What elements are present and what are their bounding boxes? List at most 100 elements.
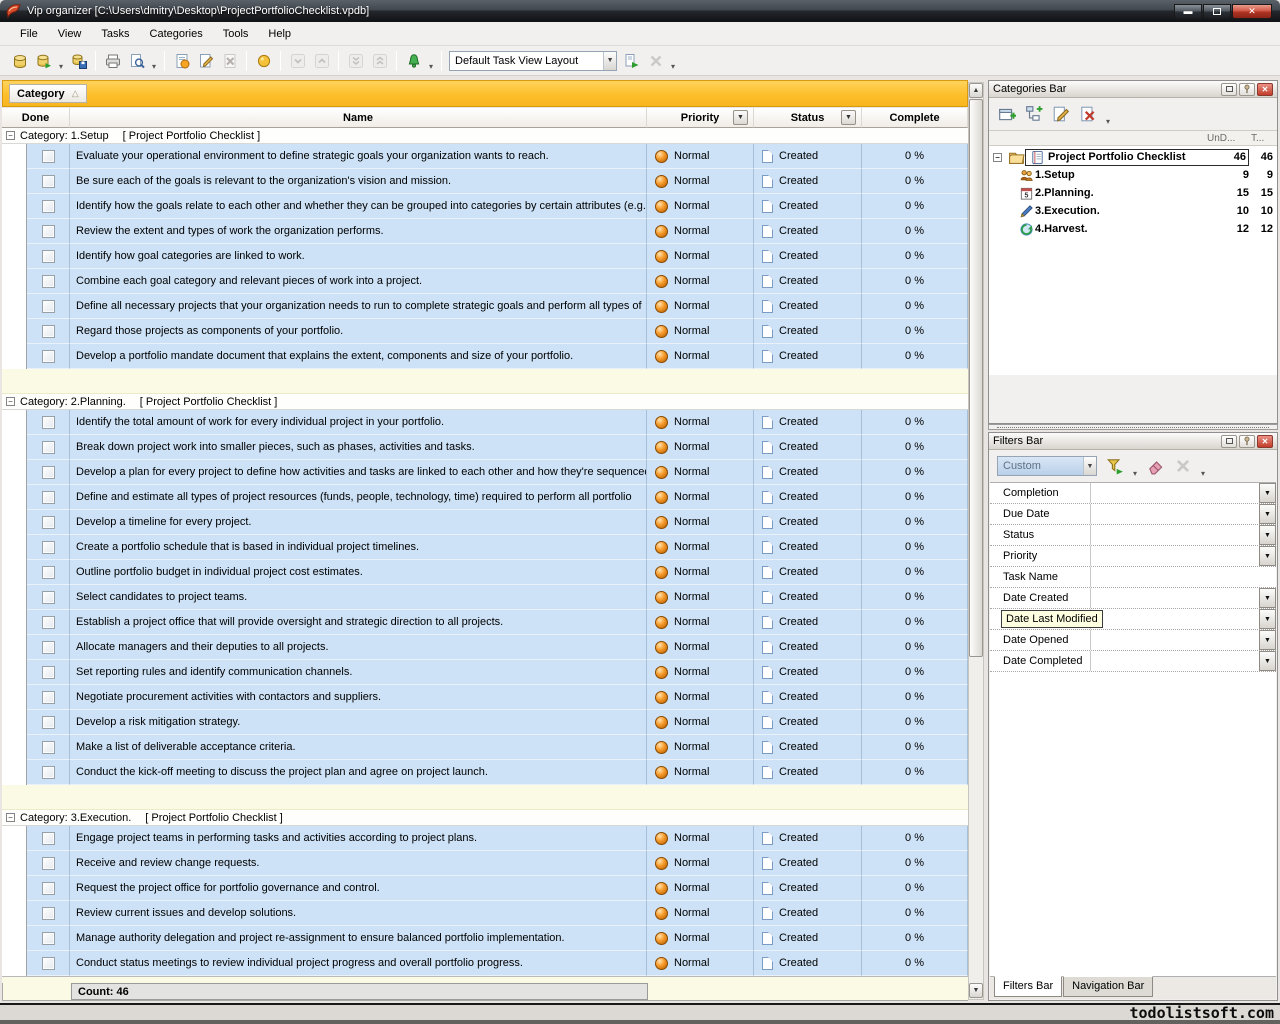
tab-navigation-bar[interactable]: Navigation Bar [1063, 976, 1153, 997]
filter-value-field[interactable] [1091, 525, 1259, 545]
reminder-button[interactable] [402, 49, 425, 72]
task-checkbox[interactable] [42, 225, 55, 238]
filter-dropdown-button[interactable]: ▼ [1259, 588, 1276, 608]
task-row[interactable]: Conduct the kick-off meeting to discuss … [2, 760, 968, 785]
filter-value-field[interactable] [1091, 609, 1259, 629]
task-checkbox[interactable] [42, 932, 55, 945]
chevron-down-icon[interactable]: ▼ [1083, 457, 1096, 475]
filter-dropdown-button[interactable]: ▼ [1259, 546, 1276, 566]
total-column-header[interactable]: T... [1251, 133, 1277, 144]
categories-restore-button[interactable] [1221, 83, 1237, 96]
task-row[interactable]: Identify the total amount of work for ev… [2, 410, 968, 435]
task-row[interactable]: Regard those projects as components of y… [2, 319, 968, 344]
task-checkbox[interactable] [42, 832, 55, 845]
edit-task-button[interactable] [194, 49, 217, 72]
task-name-cell[interactable]: Develop a portfolio mandate document tha… [70, 344, 647, 369]
task-row[interactable]: Develop a timeline for every project.Nor… [2, 510, 968, 535]
task-row[interactable]: Engage project teams in performing tasks… [2, 826, 968, 851]
print-button[interactable] [101, 49, 124, 72]
column-header-name[interactable]: Name [70, 108, 647, 128]
chevron-down-icon[interactable]: ▼ [603, 52, 616, 70]
task-checkbox[interactable] [42, 691, 55, 704]
task-row[interactable]: Identify how goal categories are linked … [2, 244, 968, 269]
task-name-cell[interactable]: Request the project office for portfolio… [70, 876, 647, 901]
task-name-cell[interactable]: Define and estimate all types of project… [70, 485, 647, 510]
task-name-cell[interactable]: Create a portfolio schedule that is base… [70, 535, 647, 560]
collapse-group-icon[interactable]: − [6, 131, 15, 140]
filters-restore-button[interactable] [1221, 435, 1237, 448]
status-filter-button[interactable]: ▼ [841, 110, 856, 125]
tree-category-row[interactable]: 4.Harvest.1212 [989, 220, 1277, 238]
task-name-cell[interactable]: Develop a timeline for every project. [70, 510, 647, 535]
category-group-row[interactable]: −Category: 1.Setup[ Project Portfolio Ch… [2, 128, 968, 144]
restore-button[interactable] [1203, 4, 1231, 19]
task-row[interactable]: Select candidates to project teams.Norma… [2, 585, 968, 610]
dropdown-caret-icon[interactable]: ▾ [149, 62, 159, 71]
task-row[interactable]: Combine each goal category and relevant … [2, 269, 968, 294]
tree-category-row[interactable]: 52.Planning.1515 [989, 184, 1277, 202]
save-database-button[interactable] [67, 49, 90, 72]
task-row[interactable]: Manage authority delegation and project … [2, 926, 968, 951]
task-row[interactable]: Be sure each of the goals is relevant to… [2, 169, 968, 194]
menu-help[interactable]: Help [258, 24, 301, 44]
task-name-cell[interactable]: Conduct the kick-off meeting to discuss … [70, 760, 647, 785]
task-name-cell[interactable]: Define all necessary projects that your … [70, 294, 647, 319]
task-checkbox[interactable] [42, 882, 55, 895]
print-preview-button[interactable] [125, 49, 148, 72]
priority-filter-button[interactable]: ▼ [733, 110, 748, 125]
task-row[interactable]: Outline portfolio budget in individual p… [2, 560, 968, 585]
filter-preset-combo[interactable]: Custom▼ [997, 456, 1097, 476]
task-row[interactable]: Allocate managers and their deputies to … [2, 635, 968, 660]
scrollbar-thumb[interactable] [969, 99, 983, 657]
collapse-group-icon[interactable]: − [6, 397, 15, 406]
task-name-cell[interactable]: Review the extent and types of work the … [70, 219, 647, 244]
filter-dropdown-button[interactable]: ▼ [1259, 609, 1276, 629]
add-category-button[interactable] [995, 103, 1018, 126]
task-name-cell[interactable]: Combine each goal category and relevant … [70, 269, 647, 294]
task-row[interactable]: Review current issues and develop soluti… [2, 901, 968, 926]
filter-value-field[interactable] [1091, 483, 1259, 503]
selected-category-box[interactable]: Project Portfolio Checklist46 [1025, 149, 1249, 166]
filters-close-button[interactable]: ✕ [1257, 435, 1273, 448]
task-checkbox[interactable] [42, 175, 55, 188]
task-name-cell[interactable]: Break down project work into smaller pie… [70, 435, 647, 460]
task-row[interactable]: Define all necessary projects that your … [2, 294, 968, 319]
edit-category-button[interactable] [1049, 103, 1072, 126]
menu-tools[interactable]: Tools [213, 24, 259, 44]
task-checkbox[interactable] [42, 741, 55, 754]
group-by-category-button[interactable]: Category △ [9, 84, 87, 103]
filter-dropdown-button[interactable]: ▼ [1259, 651, 1276, 671]
task-checkbox[interactable] [42, 350, 55, 363]
undone-column-header[interactable]: UnD... [1207, 133, 1251, 144]
new-task-button[interactable] [170, 49, 193, 72]
task-row[interactable]: Identify how the goals relate to each ot… [2, 194, 968, 219]
filter-dropdown-button[interactable]: ▼ [1259, 504, 1276, 524]
tree-category-row[interactable]: 3.Execution.1010 [989, 202, 1277, 220]
categories-pin-icon[interactable] [1239, 83, 1255, 96]
task-row[interactable]: Review the extent and types of work the … [2, 219, 968, 244]
filter-value-field[interactable] [1091, 630, 1259, 650]
task-name-cell[interactable]: Set reporting rules and identify communi… [70, 660, 647, 685]
column-header-priority[interactable]: Priority ▼ [647, 108, 754, 128]
task-row[interactable]: Negotiate procurement activities with co… [2, 685, 968, 710]
task-checkbox[interactable] [42, 516, 55, 529]
filter-dropdown-button[interactable]: ▼ [1259, 630, 1276, 650]
task-row[interactable]: Receive and review change requests.Norma… [2, 851, 968, 876]
categories-close-button[interactable]: ✕ [1257, 83, 1273, 96]
dropdown-caret-icon[interactable]: ▾ [56, 62, 66, 71]
task-checkbox[interactable] [42, 591, 55, 604]
task-checkbox[interactable] [42, 907, 55, 920]
task-row[interactable]: Develop a plan for every project to defi… [2, 460, 968, 485]
task-checkbox[interactable] [42, 416, 55, 429]
filter-dropdown-button[interactable]: ▼ [1259, 483, 1276, 503]
task-view-layout-combo[interactable]: Default Task View Layout▼ [449, 51, 617, 71]
task-name-cell[interactable]: Establish a project office that will pro… [70, 610, 647, 635]
add-subcategory-button[interactable] [1022, 103, 1045, 126]
category-group-row[interactable]: −Category: 2.Planning.[ Project Portfoli… [2, 394, 968, 410]
task-name-cell[interactable]: Identify how the goals relate to each ot… [70, 194, 647, 219]
task-name-cell[interactable]: Be sure each of the goals is relevant to… [70, 169, 647, 194]
task-name-cell[interactable]: Evaluate your operational environment to… [70, 144, 647, 169]
task-checkbox[interactable] [42, 666, 55, 679]
clear-filter-button[interactable] [1144, 455, 1167, 478]
dropdown-caret-icon[interactable]: ▾ [1103, 117, 1113, 126]
